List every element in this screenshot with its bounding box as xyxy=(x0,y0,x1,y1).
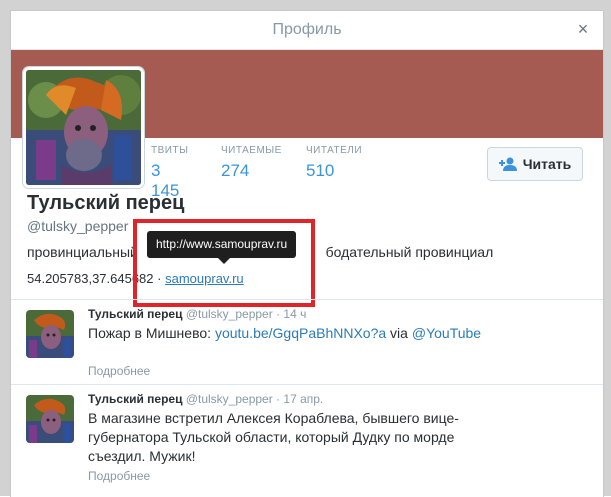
bio-text-right: бодательный провинциал xyxy=(325,244,494,260)
bio-text-left: провинциальный xyxy=(27,244,138,260)
location-text: 54.205783,37.645682 xyxy=(27,271,154,286)
stat-label: ТВИТЫ xyxy=(151,145,189,156)
stat-label: ЧИТАЕМЫЕ xyxy=(221,145,282,156)
follow-button-label: Читать xyxy=(522,156,572,172)
add-user-icon xyxy=(498,157,517,171)
profile-dialog: Профиль × ТВИТЫ 3 145 ЧИТАЕМЫЕ 274 ЧИТАТ… xyxy=(10,10,604,497)
profile-avatar[interactable] xyxy=(23,67,144,188)
stat-value: 510 xyxy=(306,161,335,180)
tweet-header: Тульский перец @tulsky_pepper · 14 ч xyxy=(88,307,306,321)
stat-value: 274 xyxy=(221,161,250,180)
profile-handle[interactable]: @tulsky_pepper xyxy=(27,218,128,234)
tweet-more-link[interactable]: Подробнее xyxy=(88,364,150,378)
profile-location-line: 54.205783,37.645682 · samouprav.ru xyxy=(27,271,244,286)
tweet-item[interactable]: Тульский перец @tulsky_pepper · 14 ч Пож… xyxy=(11,300,603,388)
tweet-avatar[interactable] xyxy=(26,310,74,358)
avatar-image xyxy=(26,70,141,185)
tweet-separator: · xyxy=(276,307,281,321)
tweet-item[interactable]: Тульский перец @tulsky_pepper · 17 апр. … xyxy=(11,385,603,497)
tweet-text: Пожар в Мишнево: youtu.be/GgqPaBhNNXo?a … xyxy=(88,324,588,343)
tooltip-arrow xyxy=(218,258,230,264)
stat-followers[interactable]: ЧИТАТЕЛИ 510 xyxy=(306,145,362,181)
profile-name[interactable]: Тульский перец xyxy=(27,192,184,215)
tweet-more-link[interactable]: Подробнее xyxy=(88,469,150,483)
tweet-avatar[interactable] xyxy=(26,395,74,443)
tweet-link[interactable]: youtu.be/GgqPaBhNNXo?a xyxy=(215,325,386,341)
tweet-text-prefix: Пожар в Мишнево: xyxy=(88,325,215,341)
stat-label: ЧИТАТЕЛИ xyxy=(306,145,363,156)
dialog-header: Профиль × xyxy=(11,11,603,50)
tweet-timestamp[interactable]: 17 апр. xyxy=(283,392,323,406)
location-separator: · xyxy=(157,271,162,286)
website-link[interactable]: samouprav.ru xyxy=(165,271,244,286)
avatar-image xyxy=(26,395,74,443)
stat-following[interactable]: ЧИТАЕМЫЕ 274 xyxy=(221,145,282,181)
dialog-title: Профиль xyxy=(272,21,342,38)
tweet-separator: · xyxy=(276,392,281,406)
tweet-author-name[interactable]: Тульский перец xyxy=(88,392,182,406)
tweet-timestamp[interactable]: 14 ч xyxy=(283,307,306,321)
close-button[interactable]: × xyxy=(573,19,593,39)
tweet-author-handle[interactable]: @tulsky_pepper xyxy=(186,392,273,406)
tweet-author-name[interactable]: Тульский перец xyxy=(88,307,182,321)
tweet-text: В магазине встретил Алексея Кораблева, б… xyxy=(88,410,459,464)
tweet-text-mid: via xyxy=(386,325,412,341)
link-tooltip: http://www.samouprav.ru xyxy=(147,231,297,258)
tweet-author-handle[interactable]: @tulsky_pepper xyxy=(186,307,273,321)
tweet-header: Тульский перец @tulsky_pepper · 17 апр. xyxy=(88,392,323,406)
avatar-image xyxy=(26,310,74,358)
follow-button[interactable]: Читать xyxy=(487,147,583,181)
tweet-mention[interactable]: @YouTube xyxy=(412,325,481,341)
